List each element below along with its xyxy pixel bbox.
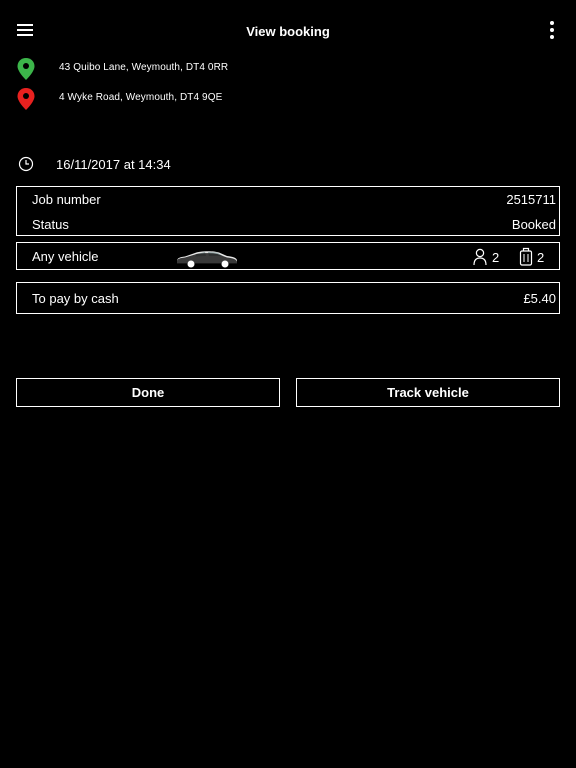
passenger-icon — [473, 248, 487, 266]
luggage-count: 2 — [537, 250, 545, 265]
passenger-count: 2 — [492, 250, 500, 265]
pickup-pin-icon — [17, 58, 35, 80]
page-title: View booking — [246, 24, 330, 39]
app-header: View booking — [0, 0, 576, 62]
dropoff-address: 4 Wyke Road, Weymouth, DT4 9QE — [59, 92, 223, 103]
booking-datetime: 16/11/2017 at 14:34 — [56, 157, 171, 172]
job-details-box: Job number 2515711 Status Booked — [16, 186, 560, 236]
more-options-icon[interactable] — [545, 21, 559, 41]
track-vehicle-button[interactable]: Track vehicle — [296, 378, 560, 407]
car-icon — [177, 251, 237, 268]
status-value: Booked — [511, 217, 556, 232]
vehicle-type: Any vehicle — [32, 249, 99, 264]
luggage-icon — [519, 247, 533, 266]
job-number-label: Job number — [32, 192, 101, 207]
payment-box: To pay by cash £5.40 — [16, 282, 560, 314]
dropoff-pin-icon — [17, 88, 35, 110]
clock-icon — [18, 156, 34, 172]
payment-label: To pay by cash — [32, 291, 119, 306]
pickup-address: 43 Quibo Lane, Weymouth, DT4 0RR — [59, 62, 229, 73]
done-button[interactable]: Done — [16, 378, 280, 407]
dropoff-address-row: 4 Wyke Road, Weymouth, DT4 9QE — [16, 87, 556, 111]
vehicle-box: Any vehicle 2 2 — [16, 242, 560, 270]
pickup-address-row: 43 Quibo Lane, Weymouth, DT4 0RR — [16, 57, 556, 81]
payment-amount: £5.40 — [523, 291, 556, 306]
status-label: Status — [32, 217, 69, 232]
job-number-value: 2515711 — [506, 192, 556, 207]
